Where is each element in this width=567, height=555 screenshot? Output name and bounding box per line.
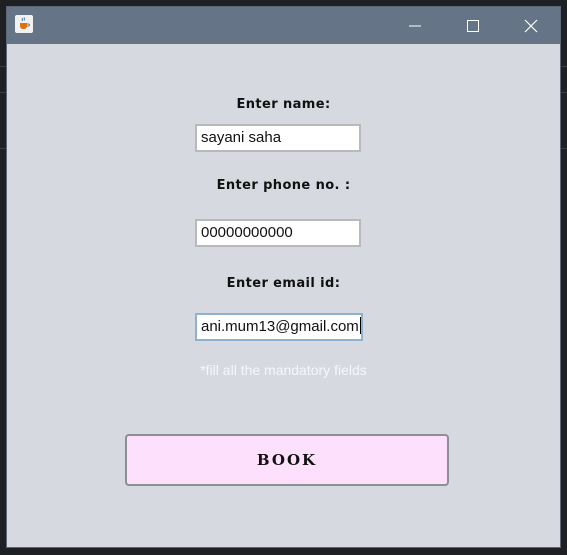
java-cup-icon[interactable] — [15, 15, 33, 33]
title-bar[interactable] — [7, 7, 560, 44]
book-button[interactable]: BOOK — [125, 434, 449, 486]
name-field[interactable]: sayani saha — [195, 124, 361, 152]
minimize-icon — [409, 25, 421, 26]
email-label: Enter email id: — [226, 276, 341, 291]
mandatory-hint: *fill all the mandatory fields — [200, 362, 367, 378]
email-value: ani.mum13@gmail.com — [201, 318, 359, 335]
minimize-button[interactable] — [387, 7, 443, 44]
text-caret — [359, 317, 361, 335]
phone-label: Enter phone no. : — [216, 178, 351, 193]
book-button-label: BOOK — [256, 451, 318, 469]
close-button[interactable] — [503, 7, 559, 44]
name-label: Enter name: — [236, 97, 331, 112]
phone-value: 00000000000 — [201, 224, 293, 241]
close-icon — [524, 19, 538, 32]
maximize-icon — [467, 19, 479, 32]
phone-field[interactable]: 00000000000 — [195, 219, 361, 247]
email-field[interactable]: ani.mum13@gmail.com — [195, 313, 363, 341]
booking-window: Enter name: sayani saha Enter phone no. … — [6, 6, 561, 548]
name-value: sayani saha — [201, 129, 282, 146]
maximize-button[interactable] — [445, 7, 501, 44]
